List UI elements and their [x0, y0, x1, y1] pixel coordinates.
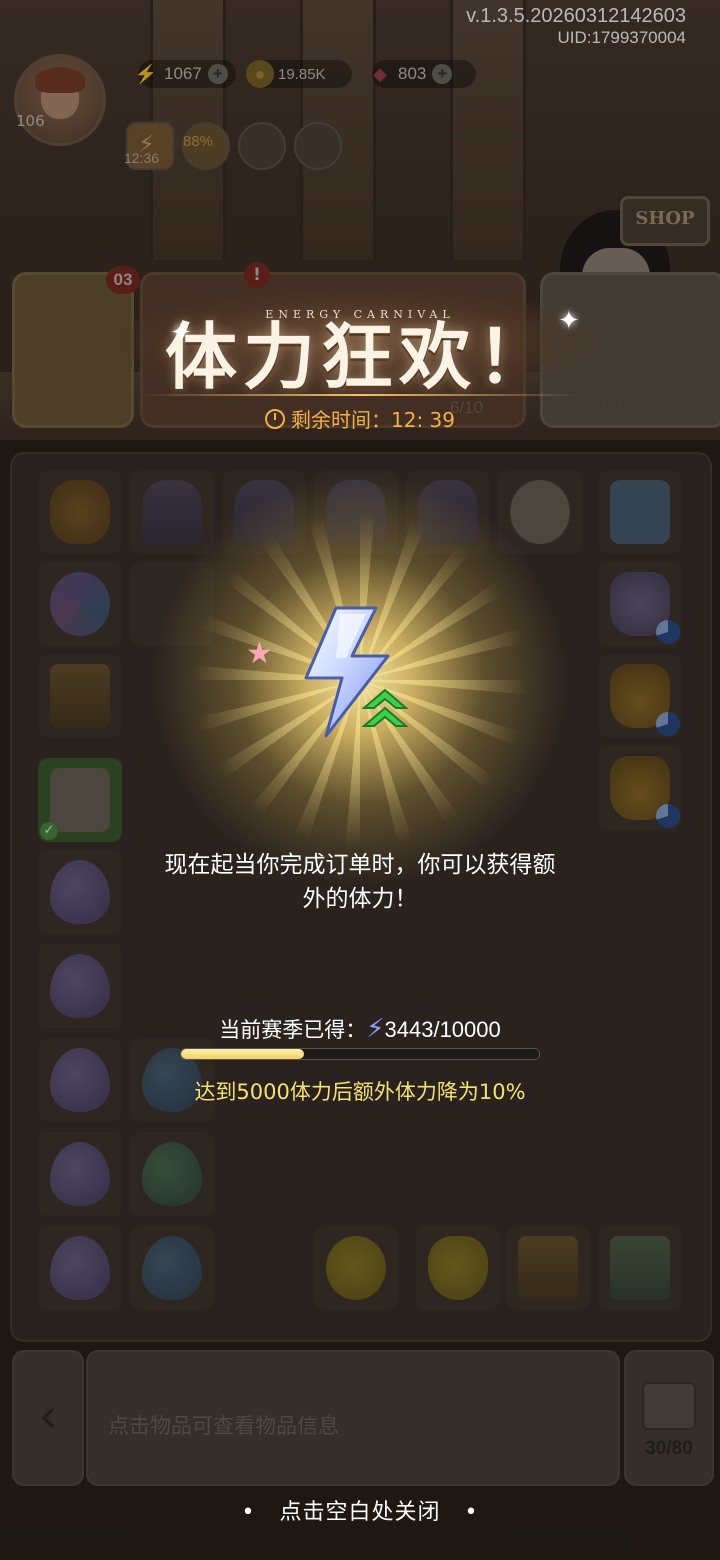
progress-fill — [181, 1049, 305, 1059]
banner-divider — [140, 394, 580, 396]
close-hint-text: 点击空白处关闭 — [279, 1500, 441, 1525]
timer-label: 剩余时间： — [291, 408, 391, 432]
sparkle-icon: ✦ — [170, 318, 192, 348]
description-line: 外的体力！ — [302, 886, 418, 912]
description-line: 现在起当你完成订单时，你可以获得额 — [164, 852, 556, 878]
close-hint[interactable]: • 点击空白处关闭 • — [0, 1494, 720, 1526]
event-description: 现在起当你完成订单时，你可以获得额 外的体力！ — [0, 848, 720, 916]
season-label: 当前赛季已得： — [219, 1018, 367, 1042]
clock-icon — [265, 409, 285, 429]
season-progress: 当前赛季已得：⚡3443/10000 — [0, 1014, 720, 1044]
lightning-icon: ⚡ — [366, 1014, 385, 1044]
chevron-up-icon — [362, 688, 408, 727]
sparkle-icon: ✦ — [558, 306, 580, 336]
energy-cap-warning: 达到5000体力后额外体力降为10% — [194, 1080, 526, 1104]
season-progress-text: 3443/10000 — [384, 1017, 501, 1042]
timer-value: 12: 39 — [391, 408, 455, 432]
event-title: 体力狂欢！ — [164, 314, 555, 399]
season-progress-bar — [180, 1048, 540, 1060]
star-icon: ★ — [246, 636, 273, 671]
event-timer: 剩余时间：12: 39 — [0, 404, 720, 433]
